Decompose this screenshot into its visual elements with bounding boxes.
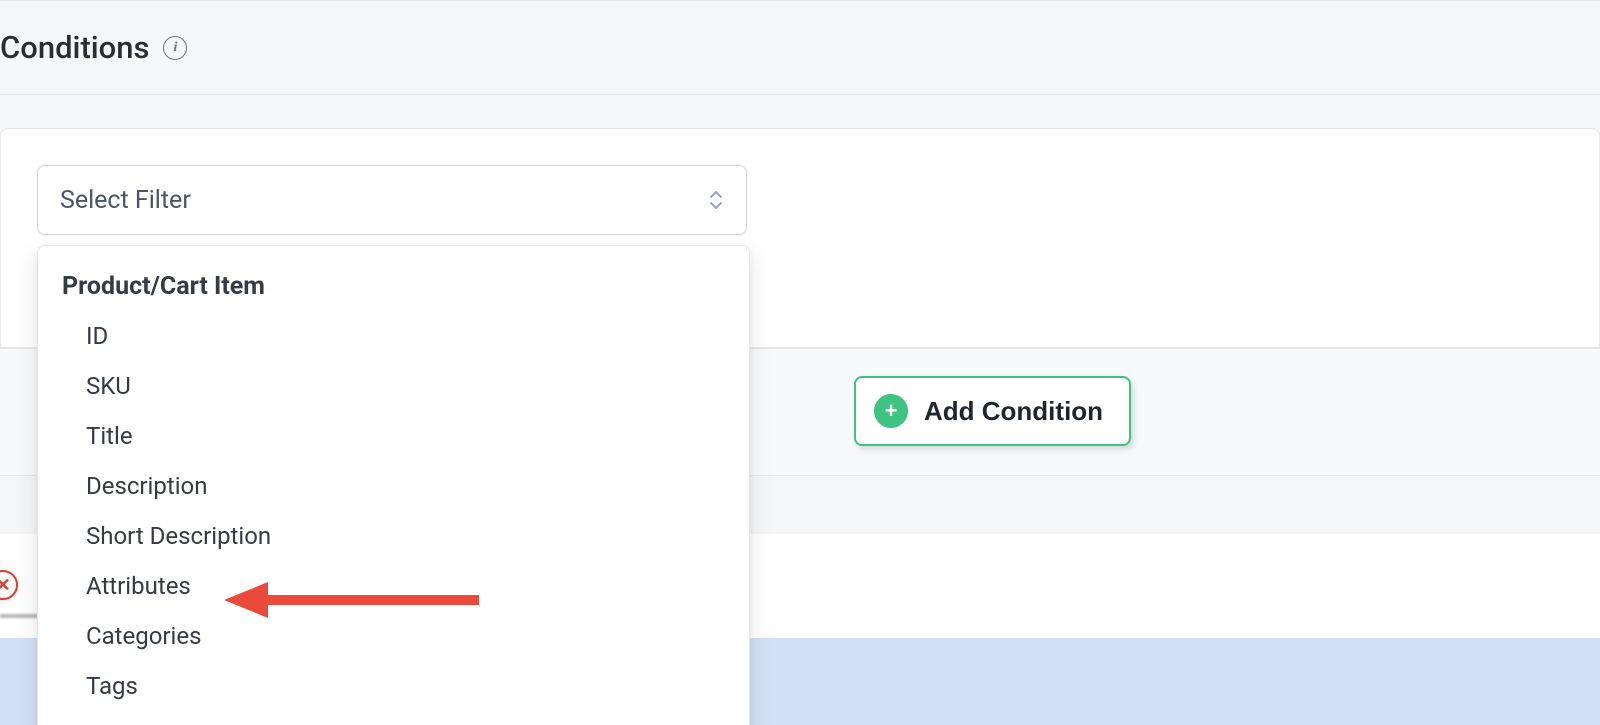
option-attributes[interactable]: Attributes xyxy=(38,561,749,611)
page-title: Conditions i xyxy=(0,29,187,66)
option-short-description[interactable]: Short Description xyxy=(38,511,749,561)
option-id[interactable]: ID xyxy=(38,311,749,361)
filter-select-placeholder: Select Filter xyxy=(60,186,191,215)
option-sku[interactable]: SKU xyxy=(38,361,749,411)
conditions-header: Conditions i xyxy=(0,0,1600,95)
chevron-up-down-icon xyxy=(708,190,724,210)
option-url[interactable]: URL xyxy=(38,711,749,725)
plus-icon: + xyxy=(874,394,908,428)
option-description[interactable]: Description xyxy=(38,461,749,511)
option-tags[interactable]: Tags xyxy=(38,661,749,711)
row-shadow xyxy=(0,614,40,618)
option-categories[interactable]: Categories xyxy=(38,611,749,661)
filter-select[interactable]: Select Filter xyxy=(37,165,747,235)
option-title[interactable]: Title xyxy=(38,411,749,461)
info-icon[interactable]: i xyxy=(163,36,187,60)
filter-dropdown: Product/Cart Item ID SKU Title Descripti… xyxy=(37,245,750,725)
add-condition-button[interactable]: + Add Condition xyxy=(854,376,1131,446)
add-condition-label: Add Condition xyxy=(924,396,1103,427)
dropdown-group-label: Product/Cart Item xyxy=(38,266,749,311)
page-title-text: Conditions xyxy=(0,29,149,66)
